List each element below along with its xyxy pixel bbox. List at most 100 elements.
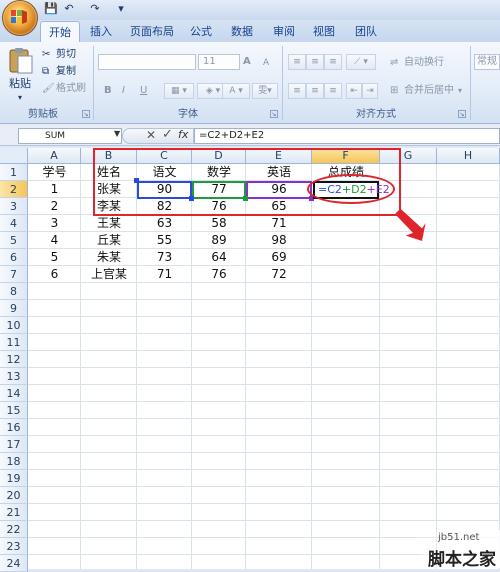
table-cell[interactable]: 71	[137, 266, 192, 283]
table-cell[interactable]: 72	[246, 266, 312, 283]
table-cell[interactable]: 89	[192, 232, 246, 249]
table-cell[interactable]: 76	[192, 266, 246, 283]
tab-home[interactable]: 开始	[40, 21, 80, 42]
row-header-3[interactable]: 3	[0, 198, 28, 215]
shrink-font-button[interactable]: A	[263, 56, 269, 70]
table-cell[interactable]: 上官某	[81, 266, 137, 283]
tab-page-layout[interactable]: 页面布局	[124, 21, 180, 42]
table-cell[interactable]: 73	[137, 249, 192, 266]
font-name-dropdown[interactable]	[98, 54, 196, 70]
table-cell[interactable]: 2	[28, 198, 81, 215]
row-header-6[interactable]: 6	[0, 249, 28, 266]
select-all-corner[interactable]	[0, 148, 28, 164]
table-cell[interactable]: 71	[246, 215, 312, 232]
table-cell[interactable]: 4	[28, 232, 81, 249]
row-header-14[interactable]: 14	[0, 385, 28, 402]
row-header-19[interactable]: 19	[0, 470, 28, 487]
font-launcher-icon[interactable]: ↘	[270, 110, 278, 118]
row-header-12[interactable]: 12	[0, 351, 28, 368]
copy-button[interactable]: 复制	[56, 65, 76, 79]
paste-button[interactable]: 粘贴	[9, 77, 31, 91]
row-header-20[interactable]: 20	[0, 487, 28, 504]
header-cell[interactable]: 学号	[28, 164, 81, 181]
wrap-text-button[interactable]: 自动换行	[404, 56, 444, 70]
borders-icon[interactable]: ▦ ▾	[164, 83, 194, 99]
merge-center-button[interactable]: 合并后居中	[404, 84, 454, 98]
enter-icon[interactable]: ✓	[162, 127, 173, 142]
row-header-13[interactable]: 13	[0, 368, 28, 385]
undo-icon[interactable]: ↶	[62, 2, 76, 16]
name-box-dropdown-icon[interactable]: ▼	[114, 129, 120, 138]
increase-indent-icon[interactable]: ⇥	[362, 83, 378, 99]
table-cell[interactable]: 3	[28, 215, 81, 232]
align-middle-icon[interactable]: ≡	[306, 54, 324, 70]
name-box[interactable]: SUM	[18, 128, 122, 144]
table-cell[interactable]: 63	[137, 215, 192, 232]
table-cell[interactable]: 王某	[81, 215, 137, 232]
bold-button[interactable]: B	[104, 84, 112, 98]
grow-font-button[interactable]: A	[243, 55, 251, 69]
table-cell[interactable]: 朱某	[81, 249, 137, 266]
row-header-4[interactable]: 4	[0, 215, 28, 232]
row-header-10[interactable]: 10	[0, 317, 28, 334]
phonetic-button[interactable]: 雯▾	[252, 83, 278, 99]
merge-center-icon[interactable]: ⊞	[390, 84, 398, 98]
underline-button[interactable]: U	[140, 84, 147, 98]
format-painter-button[interactable]: 格式刷	[56, 82, 86, 96]
wrap-text-icon[interactable]: ⇌	[390, 56, 398, 70]
row-header-23[interactable]: 23	[0, 538, 28, 555]
insert-function-icon[interactable]: fx	[178, 128, 188, 141]
row-header-17[interactable]: 17	[0, 436, 28, 453]
align-center-icon[interactable]: ≡	[306, 83, 324, 99]
row-header-15[interactable]: 15	[0, 402, 28, 419]
italic-button[interactable]: I	[122, 84, 125, 98]
merge-dropdown-icon[interactable]: ▾	[458, 84, 462, 98]
row-header-22[interactable]: 22	[0, 521, 28, 538]
table-cell[interactable]: 1	[28, 181, 81, 198]
row-header-11[interactable]: 11	[0, 334, 28, 351]
row-header-16[interactable]: 16	[0, 419, 28, 436]
copy-icon[interactable]: ⧉	[42, 65, 49, 79]
table-cell[interactable]: 58	[192, 215, 246, 232]
tab-team[interactable]: 团队	[350, 21, 382, 42]
table-cell[interactable]: 5	[28, 249, 81, 266]
table-cell[interactable]: 64	[192, 249, 246, 266]
table-cell[interactable]: 98	[246, 232, 312, 249]
table-cell[interactable]: 丘某	[81, 232, 137, 249]
row-header-21[interactable]: 21	[0, 504, 28, 521]
tab-formulas[interactable]: 公式	[186, 21, 216, 42]
row-header-8[interactable]: 8	[0, 283, 28, 300]
row-header-2[interactable]: 2	[0, 181, 28, 198]
tab-view[interactable]: 视图	[308, 21, 340, 42]
align-right-icon[interactable]: ≡	[324, 83, 342, 99]
table-cell[interactable]: 69	[246, 249, 312, 266]
row-header-9[interactable]: 9	[0, 300, 28, 317]
formula-input[interactable]: =C2+D2+E2	[194, 128, 500, 144]
tab-review[interactable]: 审阅	[268, 21, 300, 42]
format-painter-icon[interactable]: 🖌	[42, 82, 55, 96]
save-icon[interactable]: 💾	[44, 2, 58, 16]
column-header-a[interactable]: A	[28, 148, 81, 164]
number-format-dropdown[interactable]: 常规	[474, 54, 500, 70]
font-size-dropdown[interactable]: 11	[198, 54, 240, 70]
paste-dropdown-icon[interactable]: ▾	[18, 93, 22, 102]
tab-insert[interactable]: 插入	[86, 21, 116, 42]
cut-button[interactable]: 剪切	[56, 48, 76, 62]
decrease-indent-icon[interactable]: ⇤	[346, 83, 362, 99]
row-header-18[interactable]: 18	[0, 453, 28, 470]
tab-data[interactable]: 数据	[226, 21, 258, 42]
alignment-launcher-icon[interactable]: ↘	[458, 110, 466, 118]
clipboard-launcher-icon[interactable]: ↘	[82, 110, 90, 118]
redo-icon[interactable]: ↷	[88, 2, 102, 16]
cancel-icon[interactable]: ✕	[146, 128, 156, 142]
column-header-h[interactable]: H	[437, 148, 500, 164]
align-bottom-icon[interactable]: ≡	[324, 54, 342, 70]
orientation-icon[interactable]: ⟋ ▾	[346, 54, 376, 70]
row-header-1[interactable]: 1	[0, 164, 28, 181]
align-top-icon[interactable]: ≡	[288, 54, 306, 70]
row-header-5[interactable]: 5	[0, 232, 28, 249]
row-header-7[interactable]: 7	[0, 266, 28, 283]
table-cell[interactable]: 55	[137, 232, 192, 249]
cut-icon[interactable]: ✂	[42, 48, 50, 62]
align-left-icon[interactable]: ≡	[288, 83, 306, 99]
